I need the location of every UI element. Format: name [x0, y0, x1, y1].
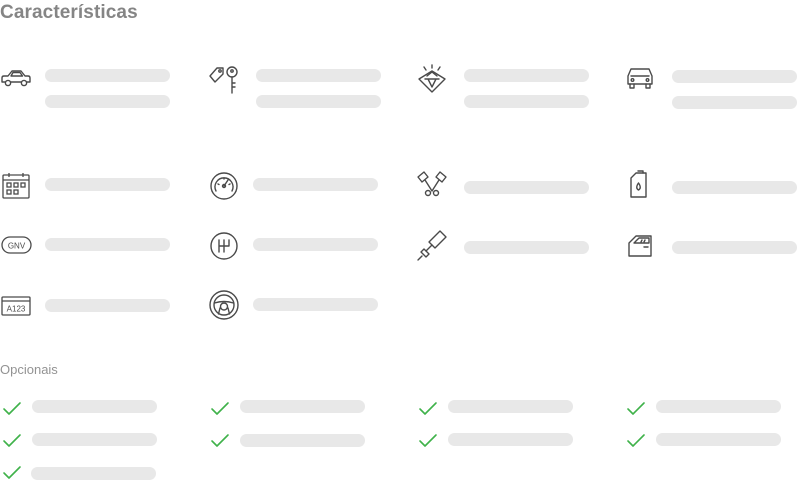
- check-icon: [419, 434, 437, 447]
- gnv-badge-icon: GNV: [1, 235, 32, 255]
- check-icon: [3, 402, 21, 415]
- license-plate-icon: A123: [1, 295, 31, 317]
- placeholder-line: [256, 69, 381, 82]
- placeholder-line: [656, 400, 781, 413]
- placeholder-line: [672, 181, 797, 194]
- section-title-caracteristicas: Características: [0, 2, 138, 23]
- diamond-icon: [416, 63, 448, 95]
- check-icon: [211, 402, 229, 415]
- car-front-icon: [625, 64, 655, 92]
- placeholder-line: [256, 95, 381, 108]
- placeholder-line: [253, 178, 378, 191]
- paint-roller-icon: [416, 230, 448, 262]
- placeholder-line: [253, 298, 378, 311]
- placeholder-line: [32, 433, 157, 446]
- placeholder-line: [464, 69, 589, 82]
- placeholder-line: [240, 434, 365, 447]
- placeholder-line: [672, 70, 797, 83]
- placeholder-line: [32, 400, 157, 413]
- svg-text:A123: A123: [7, 305, 26, 314]
- placeholder-line: [45, 69, 170, 82]
- placeholder-line: [448, 433, 573, 446]
- calendar-icon: [1, 172, 31, 200]
- placeholder-line: [672, 241, 797, 254]
- placeholder-line: [240, 400, 365, 413]
- placeholder-line: [656, 433, 781, 446]
- key-tag-icon: [207, 62, 241, 96]
- gear-shift-icon: [209, 231, 239, 261]
- check-icon: [211, 434, 229, 447]
- placeholder-line: [464, 181, 589, 194]
- placeholder-line: [45, 95, 170, 108]
- placeholder-line: [464, 95, 589, 108]
- car-door-icon: [628, 233, 654, 259]
- fuel-can-icon: [628, 170, 652, 200]
- speedometer-icon: [208, 170, 240, 202]
- section-title-opcionais: Opcionais: [0, 362, 58, 377]
- check-icon: [627, 434, 645, 447]
- placeholder-line: [448, 400, 573, 413]
- placeholder-line: [672, 96, 797, 109]
- engine-pistons-icon: [416, 171, 448, 199]
- placeholder-line: [45, 299, 170, 312]
- placeholder-line: [253, 238, 378, 251]
- check-icon: [419, 402, 437, 415]
- placeholder-line: [31, 467, 156, 480]
- steering-wheel-icon: [208, 289, 240, 321]
- placeholder-line: [45, 238, 170, 251]
- check-icon: [3, 466, 21, 479]
- svg-text:GNV: GNV: [8, 242, 26, 251]
- car-icon: [0, 66, 32, 90]
- placeholder-line: [45, 178, 170, 191]
- placeholder-line: [464, 241, 589, 254]
- check-icon: [627, 402, 645, 415]
- check-icon: [3, 434, 21, 447]
